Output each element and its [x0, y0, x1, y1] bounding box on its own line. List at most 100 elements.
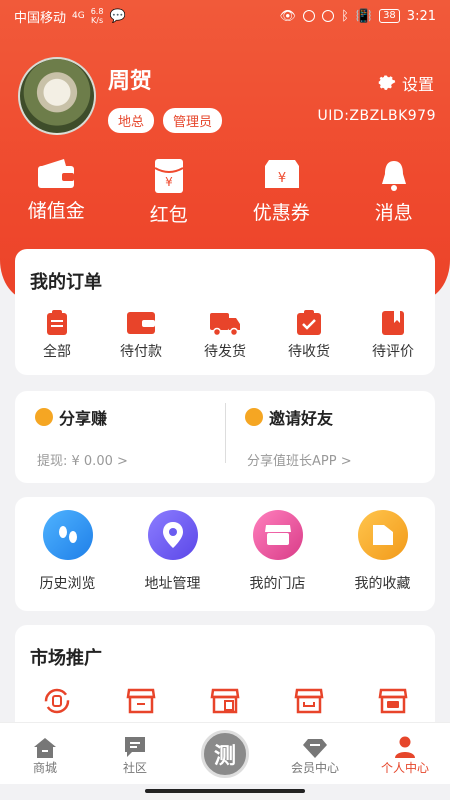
- gear-icon: [378, 75, 396, 90]
- orders-to-review-label: 待评价: [372, 344, 414, 360]
- svg-text:¥: ¥: [278, 171, 286, 186]
- person-icon: [395, 736, 415, 758]
- bookmark-icon: [382, 311, 404, 335]
- network-speed: 6.8 K/s: [90, 7, 104, 25]
- favorites-button[interactable]: 我的收藏: [330, 510, 435, 593]
- share-earn-title: 分享赚: [59, 409, 108, 428]
- market-title: 市场推广: [30, 648, 102, 669]
- user-id: UID:ZBZLBK979: [317, 108, 436, 124]
- wallet-icon: [38, 159, 75, 188]
- bell-icon: [381, 161, 406, 191]
- invite-subtext: 分享值班长APP >: [247, 454, 352, 469]
- role-tag: 地总: [108, 108, 155, 133]
- my-store-button[interactable]: 我的门店: [225, 510, 330, 593]
- tab-center[interactable]: 测: [180, 723, 270, 784]
- clipboard-icon: [47, 310, 67, 335]
- tab-community[interactable]: 社区: [90, 723, 180, 784]
- orders-unpaid-label: 待付款: [120, 344, 162, 360]
- address-button[interactable]: 地址管理: [120, 510, 225, 593]
- bluetooth-icon: ᛒ: [341, 8, 349, 24]
- tab-member-center[interactable]: 会员中心: [270, 723, 360, 784]
- messages-button[interactable]: 消息: [338, 158, 450, 227]
- recycle-cup-icon: [44, 688, 70, 714]
- favorites-label: 我的收藏: [354, 576, 411, 592]
- market-item[interactable]: [99, 687, 183, 715]
- store-icon: [294, 688, 324, 714]
- bottom-tab-bar: 商城 社区 测 会员中心 个人中心: [0, 722, 450, 784]
- withdraw-text: 提现: ¥ 0.00 >: [37, 454, 128, 469]
- stored-value-button[interactable]: 储值金: [0, 158, 113, 227]
- chat-icon: [125, 737, 145, 757]
- orders-unpaid-button[interactable]: 待付款: [99, 309, 183, 361]
- coupon-button[interactable]: ¥ 优惠券: [225, 158, 338, 227]
- battery-icon: 38: [379, 9, 400, 23]
- wallet-icon: [127, 312, 155, 334]
- quick-actions: 储值金 ¥ 红包 ¥ 优惠券 消息: [0, 158, 450, 227]
- coupon-icon: ¥: [265, 160, 300, 188]
- history-button[interactable]: 历史浏览: [15, 510, 120, 593]
- invite-person-icon: [245, 408, 263, 426]
- market-item[interactable]: [15, 687, 99, 715]
- invite-friends-button[interactable]: 邀请好友 分享值班长APP >: [225, 391, 435, 483]
- messages-label: 消息: [374, 202, 413, 224]
- red-envelope-button[interactable]: ¥ 红包: [113, 158, 226, 227]
- settings-button[interactable]: 设置: [378, 71, 434, 95]
- orders-to-ship-label: 待发货: [204, 344, 246, 360]
- check-box-icon: [297, 310, 321, 335]
- market-item[interactable]: [267, 687, 351, 715]
- tab-mall[interactable]: 商城: [0, 723, 90, 784]
- role-tag: 管理员: [163, 108, 223, 133]
- store-icon: [126, 688, 156, 714]
- footprint-icon: [42, 510, 93, 560]
- avatar[interactable]: [18, 57, 96, 135]
- clock-time: 3:21: [406, 8, 436, 24]
- orders-all-button[interactable]: 全部: [15, 309, 99, 361]
- red-envelope-icon: ¥: [154, 159, 184, 193]
- carrier-label: 中国移动: [14, 10, 67, 26]
- wechat-icon: 💬: [109, 8, 126, 24]
- store-card-icon: [378, 688, 408, 714]
- orders-to-review-button[interactable]: 待评价: [351, 309, 435, 361]
- market-item[interactable]: [351, 687, 435, 715]
- share-earn-button[interactable]: 分享赚 提现: ¥ 0.00 >: [15, 391, 225, 483]
- orders-to-receive-label: 待收货: [288, 344, 330, 360]
- market-item[interactable]: [183, 687, 267, 715]
- tab-personal-center[interactable]: 个人中心: [360, 723, 450, 784]
- tools-card: 历史浏览 地址管理 我的门店 我的收藏: [15, 497, 435, 611]
- home-indicator: [145, 789, 305, 793]
- tab-community-label: 社区: [122, 761, 147, 775]
- truck-icon: [210, 313, 240, 337]
- invite-friends-title: 邀请好友: [269, 409, 334, 428]
- status-bar: 中国移动 4G 6.8 K/s 💬 👁 ᛒ 📳 38 3:21: [0, 0, 450, 32]
- orders-card: 我的订单 全部 待付款 待发货 待收货 待评价: [15, 249, 435, 375]
- stored-value-label: 储值金: [27, 200, 85, 222]
- orders-to-ship-button[interactable]: 待发货: [183, 309, 267, 361]
- orders-all-label: 全部: [43, 344, 71, 360]
- diamond-icon: [303, 739, 327, 758]
- coupon-label: 优惠券: [252, 202, 310, 224]
- tab-member-center-label: 会员中心: [290, 761, 339, 775]
- tab-personal-center-label: 个人中心: [380, 761, 429, 775]
- nfc-icon: [303, 10, 316, 22]
- orders-title: 我的订单: [30, 272, 102, 293]
- vibrate-icon: 📳: [355, 8, 373, 24]
- address-label: 地址管理: [144, 576, 201, 592]
- history-label: 历史浏览: [39, 576, 96, 592]
- folder-icon: [357, 510, 408, 560]
- eye-icon: 👁: [279, 8, 297, 24]
- center-icon: 测: [201, 729, 249, 778]
- store-doc-icon: [210, 688, 240, 714]
- profile-section: 周贺 地总 管理员 设置 UID:ZBZLBK979: [18, 57, 435, 137]
- alarm-icon: [322, 10, 335, 22]
- my-store-label: 我的门店: [249, 576, 306, 592]
- location-pin-icon: [147, 510, 198, 560]
- settings-label: 设置: [401, 75, 434, 94]
- orders-to-receive-button[interactable]: 待收货: [267, 309, 351, 361]
- store-icon: [252, 510, 303, 560]
- share-card: 分享赚 提现: ¥ 0.00 > 邀请好友 分享值班长APP >: [15, 391, 435, 483]
- home-icon: [34, 738, 56, 758]
- red-envelope-label: 红包: [149, 204, 188, 226]
- market-card: 市场推广: [15, 625, 435, 735]
- coin-bag-icon: [35, 408, 53, 426]
- svg-text:¥: ¥: [165, 175, 173, 189]
